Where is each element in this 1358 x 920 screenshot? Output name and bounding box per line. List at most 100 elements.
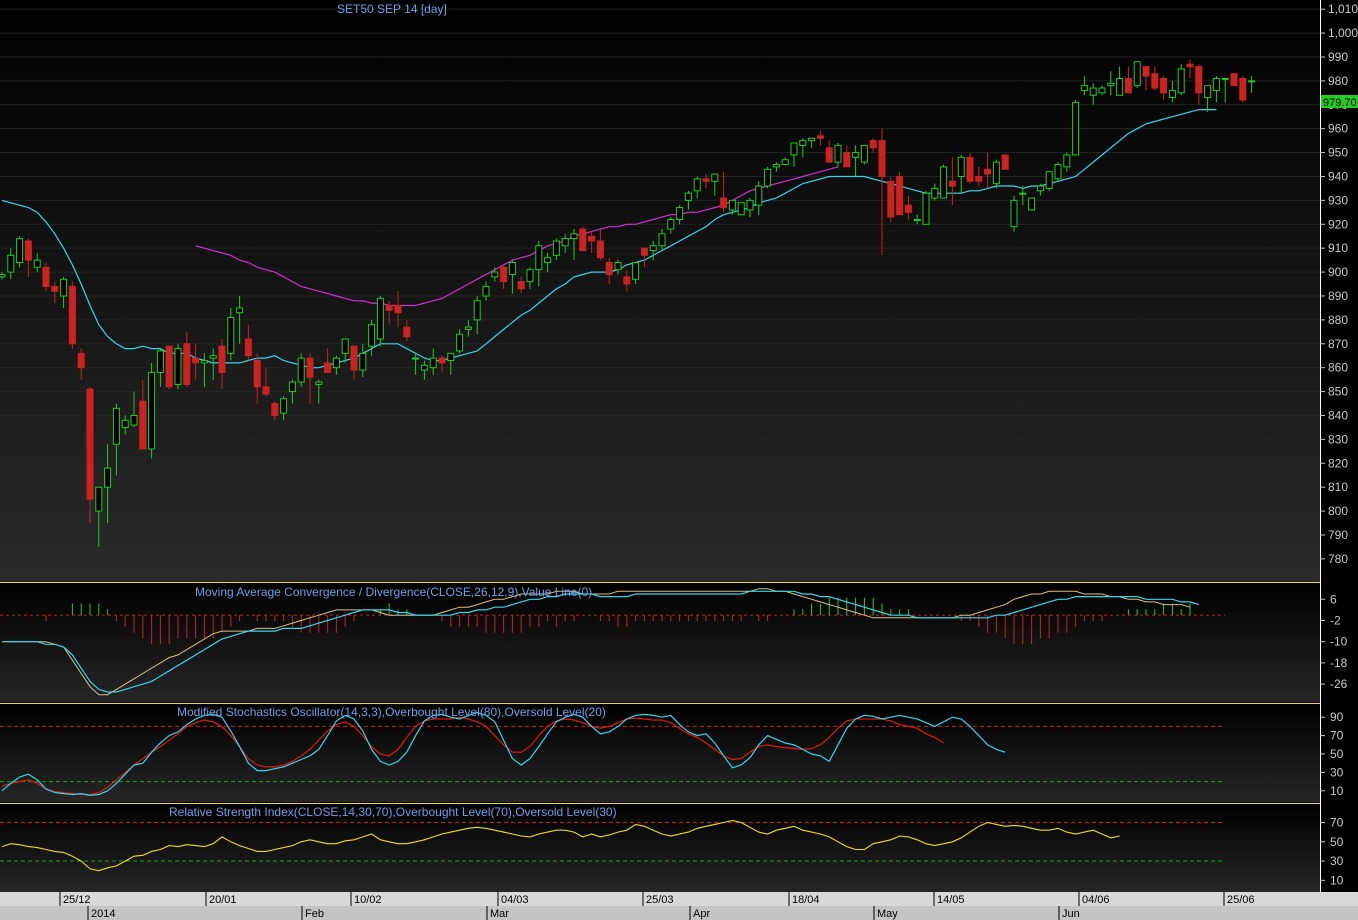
candle[interactable] <box>1054 162 1062 182</box>
candle[interactable] <box>148 362 156 459</box>
last-price-label: 979.70 <box>1323 97 1357 109</box>
candle-body <box>1116 77 1124 96</box>
candle-body <box>456 333 464 352</box>
price-tick-label: 950 <box>1328 146 1348 160</box>
candle[interactable] <box>764 166 772 189</box>
price-tick-label: 920 <box>1328 217 1348 231</box>
candle-body <box>764 168 772 187</box>
price-tick-label: 1,000 <box>1328 26 1358 40</box>
candle-body <box>0 273 6 278</box>
candle-body <box>104 467 112 488</box>
price-tick-label: 860 <box>1328 361 1348 375</box>
candle[interactable] <box>896 171 904 216</box>
candle-body <box>1028 197 1036 211</box>
price-tick-label: 870 <box>1328 337 1348 351</box>
candle-body <box>684 192 692 201</box>
x-tick-label: 25/06 <box>1227 894 1255 906</box>
candle-body <box>623 276 631 285</box>
candle-body <box>693 178 701 192</box>
candle-body <box>561 238 569 247</box>
candle[interactable] <box>922 190 930 225</box>
candle-body <box>940 166 948 199</box>
candle[interactable] <box>940 164 948 199</box>
candle-body <box>350 345 358 371</box>
candle-body <box>7 254 15 273</box>
candle-body <box>1212 77 1220 91</box>
price-tick-label: 850 <box>1328 385 1348 399</box>
candle-body <box>95 486 103 512</box>
candle[interactable] <box>1010 195 1018 232</box>
candle[interactable] <box>297 353 305 387</box>
macd-tick-label: 6 <box>1330 592 1337 606</box>
price-tick-label: 980 <box>1328 74 1348 88</box>
candle-body <box>482 285 490 297</box>
x-period-label: Jun <box>1062 908 1080 920</box>
candle-body <box>438 357 446 364</box>
candle-body <box>306 357 314 378</box>
candle-body <box>500 266 508 283</box>
macd-tick-label: -26 <box>1330 677 1348 691</box>
rsi-tick-label: 70 <box>1330 815 1344 829</box>
x-period-label: Apr <box>693 908 710 920</box>
candle-body <box>253 360 261 388</box>
candle[interactable] <box>165 345 173 390</box>
candle-body <box>808 137 816 142</box>
candle-body <box>447 352 455 362</box>
candle-body <box>790 142 798 156</box>
candle[interactable] <box>1239 76 1247 103</box>
candle-body <box>1045 171 1053 189</box>
candle-body <box>711 173 719 182</box>
candle-body <box>1248 80 1256 83</box>
candle-body <box>218 345 226 373</box>
candle-body <box>860 144 868 163</box>
candle[interactable] <box>1230 73 1238 87</box>
candle[interactable] <box>1133 61 1141 89</box>
candle[interactable] <box>1001 154 1009 170</box>
candle[interactable] <box>966 152 974 184</box>
candle-body <box>1072 101 1080 156</box>
candle-body <box>121 419 129 428</box>
price-tick-label: 800 <box>1328 504 1348 518</box>
candle-body <box>737 202 745 216</box>
chart-canvas[interactable]: SET50 SEP 14 [day] Moving Average Conver… <box>0 0 1358 920</box>
candle-body <box>385 305 393 311</box>
candle[interactable] <box>737 202 745 216</box>
candle[interactable] <box>174 343 182 390</box>
candle[interactable] <box>1028 197 1036 211</box>
candle[interactable] <box>887 176 895 222</box>
candle-body <box>535 245 543 271</box>
candle-body <box>825 147 833 163</box>
candle[interactable] <box>860 144 868 165</box>
candle-body <box>526 269 534 283</box>
candle[interactable] <box>579 226 587 252</box>
candle[interactable] <box>1072 99 1080 156</box>
candle[interactable] <box>376 295 384 347</box>
candle-body <box>192 357 200 364</box>
x-tick-label: 18/04 <box>792 894 820 906</box>
macd-tick-label: -10 <box>1330 635 1348 649</box>
candle[interactable] <box>42 262 50 292</box>
candle[interactable] <box>68 281 76 349</box>
candle-body <box>720 197 728 209</box>
price-tick-label: 940 <box>1328 169 1348 183</box>
candle-body <box>1063 154 1071 168</box>
candle-body <box>517 281 525 290</box>
candle-body <box>324 362 332 373</box>
candle-body <box>975 175 983 182</box>
candle-body <box>1142 66 1150 77</box>
stoch-tick-label: 30 <box>1330 765 1344 779</box>
candle-body <box>165 345 173 388</box>
candle[interactable] <box>992 159 1000 189</box>
price-tick-label: 890 <box>1328 289 1348 303</box>
candle[interactable] <box>16 236 24 268</box>
candle-body <box>966 156 974 182</box>
x-tick-label: 04/06 <box>1082 894 1110 906</box>
chart-window: SET50 SEP 14 [day] Moving Average Conver… <box>0 0 1358 920</box>
macd-title: Moving Average Convergence / Divergence(… <box>195 585 592 599</box>
candle-body <box>1186 63 1194 68</box>
candle[interactable] <box>1177 64 1185 96</box>
candle-body <box>376 297 384 340</box>
candle-body <box>588 235 596 242</box>
candle-body <box>280 398 288 414</box>
candle[interactable] <box>1045 171 1053 191</box>
